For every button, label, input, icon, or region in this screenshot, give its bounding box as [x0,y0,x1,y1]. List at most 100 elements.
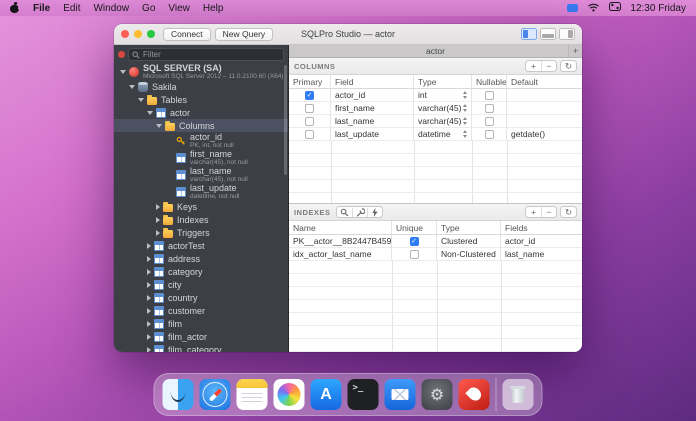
finder-icon[interactable] [162,379,194,410]
type-stepper[interactable] [461,104,468,112]
index-name-cell[interactable]: idx_actor_last_name [289,248,392,261]
nullable-checkbox[interactable] [484,116,494,126]
tree-item-actortest[interactable]: actorTest [114,239,288,252]
window-titlebar[interactable]: Connect New Query SQLPro Studio — actor [114,24,582,45]
disclosure-triangle[interactable] [138,97,144,102]
default-cell[interactable] [507,89,582,102]
disclosure-triangle[interactable] [147,110,153,115]
nullable-checkbox[interactable] [484,103,494,113]
tree-item-columns[interactable]: Columns [114,119,288,132]
disclosure-triangle[interactable] [147,242,151,249]
disclosure-triangle[interactable] [147,294,151,301]
wrench-icon[interactable] [352,207,367,217]
tree-item-country[interactable]: country [114,291,288,304]
sidebar-scrollbar[interactable] [284,65,287,175]
nullable-checkbox[interactable] [484,129,494,139]
nullable-checkbox[interactable] [484,90,494,100]
menu-file[interactable]: File [33,3,50,14]
menu-bar-clock[interactable]: 12:30 Friday [630,3,686,14]
disclosure-triangle[interactable] [147,255,151,262]
unique-checkbox[interactable] [409,236,419,246]
tree-item-first-name[interactable]: first_name varchar(45), not null [114,149,288,166]
app-store-icon[interactable] [310,379,342,410]
tree-item-film[interactable]: film [114,317,288,330]
type-cell[interactable]: datetime [414,128,472,141]
unique-checkbox[interactable] [409,249,419,259]
column-row-last-update[interactable]: last_update datetime getdate() [289,128,582,141]
header-field[interactable]: Field [331,75,414,89]
index-fields-cell[interactable]: last_name [501,248,582,261]
default-cell[interactable] [507,115,582,128]
menu-window[interactable]: Window [93,3,129,14]
disclosure-triangle[interactable] [156,216,160,223]
new-query-button[interactable]: New Query [214,27,274,41]
lightning-icon[interactable] [367,207,382,217]
wifi-icon[interactable] [587,2,600,15]
default-cell[interactable]: getdate() [507,128,582,141]
column-row-last-name[interactable]: last_name varchar(45) [289,115,582,128]
filter-input[interactable] [143,50,280,59]
column-row-first-name[interactable]: first_name varchar(45) [289,102,582,115]
field-cell[interactable]: last_update [331,128,414,141]
type-cell[interactable]: varchar(45) [414,102,472,115]
toggle-sidebar-button[interactable] [521,28,537,40]
tree-item-customer[interactable]: customer [114,304,288,317]
tab-actor[interactable]: actor [426,46,445,56]
primary-checkbox[interactable] [305,103,314,113]
index-row-pk[interactable]: PK__actor__8B2447B459AE7... Clustered ac… [289,235,582,248]
index-fields-cell[interactable]: actor_id [501,235,582,248]
tree-item-triggers[interactable]: Triggers [114,226,288,239]
field-cell[interactable]: first_name [331,102,414,115]
minimize-button[interactable] [134,30,142,38]
header-name[interactable]: Name [289,221,392,235]
index-row-idx-last-name[interactable]: idx_actor_last_name Non-Clustered last_n… [289,248,582,261]
primary-checkbox[interactable] [305,129,314,139]
apple-menu-icon[interactable] [10,1,22,14]
type-cell[interactable]: varchar(45) [414,115,472,128]
field-cell[interactable]: actor_id [331,89,414,102]
add-tab-button[interactable]: + [568,45,582,57]
photos-icon[interactable] [273,379,305,410]
notes-icon[interactable] [236,379,268,410]
type-cell[interactable]: int [414,89,472,102]
disclosure-triangle[interactable] [147,268,151,275]
tree-item-last-update[interactable]: last_update datetime, not null [114,183,288,200]
sqlpro-studio-icon[interactable] [458,379,490,410]
refresh-columns-button[interactable]: ↻ [561,61,576,71]
disclosure-triangle[interactable] [147,346,151,352]
header-unique[interactable]: Unique [392,221,437,235]
tree-item-tables[interactable]: Tables [114,93,288,106]
menu-help[interactable]: Help [203,3,224,14]
system-settings-icon[interactable] [421,379,453,410]
type-stepper[interactable] [461,91,467,99]
disclosure-triangle[interactable] [147,320,151,327]
display-icon[interactable] [567,4,579,12]
field-cell[interactable]: last_name [331,115,414,128]
connect-button[interactable]: Connect [163,27,211,41]
column-row-actor-id[interactable]: actor_id int [289,89,582,102]
tree-item-city[interactable]: city [114,278,288,291]
tree-item-sakila[interactable]: Sakila [114,80,288,93]
tree-item-last-name[interactable]: last_name varchar(45), not null [114,166,288,183]
tree-item-category[interactable]: category [114,265,288,278]
menu-view[interactable]: View [168,3,190,14]
close-button[interactable] [121,30,129,38]
header-fields[interactable]: Fields [501,221,582,235]
disclosure-triangle[interactable] [156,203,160,210]
mail-icon[interactable] [384,379,416,410]
index-type-cell[interactable]: Clustered [437,235,501,248]
tree-item-address[interactable]: address [114,252,288,265]
tree-item-film-category[interactable]: film_category [114,343,288,352]
refresh-indexes-button[interactable]: ↻ [561,207,576,217]
add-index-button[interactable]: + [526,207,541,217]
tree-item-indexes[interactable]: Indexes [114,213,288,226]
tree-item-actor-id[interactable]: actor_id PK, int, not null [114,132,288,149]
terminal-icon[interactable] [347,379,379,410]
disclosure-triangle[interactable] [147,307,151,314]
header-type[interactable]: Type [414,75,472,89]
add-column-button[interactable]: + [526,61,541,71]
type-stepper[interactable] [461,130,467,138]
index-type-cell[interactable]: Non-Clustered [437,248,501,261]
tree-item-server[interactable]: SQL SERVER (SA) Microsoft SQL Server 2012… [114,63,288,80]
tree-item-keys[interactable]: Keys [114,200,288,213]
